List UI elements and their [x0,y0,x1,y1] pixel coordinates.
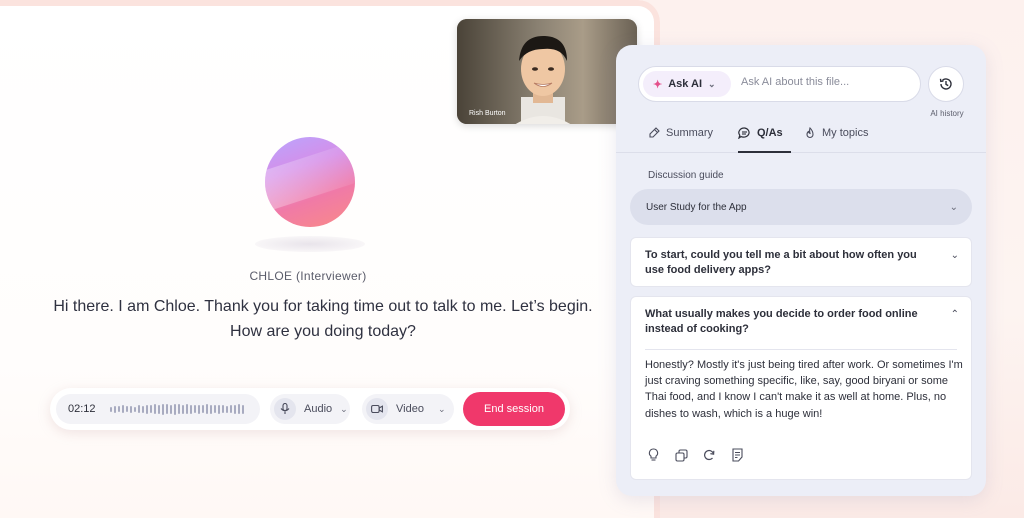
waveform-bar [233,404,236,414]
ask-ai-bar: ✦ Ask AI ⌄ [638,66,921,102]
waveform-bar [125,406,128,412]
waveform-bar [117,406,120,412]
audio-label: Audio [304,403,333,415]
audio-control[interactable]: Audio ⌄ [270,394,350,424]
waveform-bar [145,404,148,414]
video-control[interactable]: Video ⌄ [362,394,454,424]
tab-qas[interactable]: Q/As [738,127,791,153]
waveform-bar [153,404,156,414]
waveform-bar [137,405,140,413]
tab-summary-label: Summary [666,127,714,139]
waveform-bar [109,406,112,412]
waveform-bar [121,405,124,413]
recording-indicator: 02:12 [56,394,260,424]
tab-qas-label: Q/As [757,127,783,139]
camera-icon [366,398,388,420]
waveform-bar [225,405,228,413]
waveform-bar [169,404,172,414]
waveform-bar [161,403,164,415]
waveform-bar [129,405,132,413]
chevron-down-icon: ⌄ [437,403,446,414]
note-icon[interactable] [729,447,745,463]
waveform-bar [177,404,180,414]
waveform-bar [185,404,188,414]
waveform-bar [229,405,232,413]
sparkle-icon: ✦ [653,78,663,91]
chevron-up-icon[interactable]: ⌃ [951,309,959,320]
session-controls: 02:12 Audio ⌄ Video ⌄ End session [50,388,570,430]
waveform-bar [193,405,196,413]
qa-actions [645,447,745,463]
chat-icon [738,127,750,139]
waveform-bar [141,405,144,413]
regenerate-icon[interactable] [701,447,717,463]
interviewer-message: Hi there. I am Chloe. Thank you for taki… [30,294,616,344]
ask-ai-input[interactable] [741,76,911,88]
session-timer: 02:12 [68,403,96,415]
waveform-bar [205,404,208,414]
flame-icon [806,127,814,138]
message-line-1: Hi there. I am Chloe. Thank you for taki… [53,298,593,315]
waveform-bar [181,404,184,414]
tab-summary[interactable]: Summary [648,127,713,153]
waveform-bar [201,405,204,413]
panel-tabs: Summary Q/As My topics [616,123,986,153]
tab-my-topics[interactable]: My topics [804,127,868,153]
waveform-bar [209,404,212,414]
lightbulb-icon[interactable] [645,447,661,463]
copy-icon[interactable] [673,447,689,463]
tab-my-topics-label: My topics [822,127,869,139]
speaker-label: CHLOE (Interviewer) [249,269,367,283]
discussion-guide-label: Discussion guide [648,170,724,181]
waveform-bar [237,404,240,414]
ask-ai-mode-selector[interactable]: ✦ Ask AI ⌄ [643,71,731,97]
waveform-bar [133,406,136,412]
qa-item-expanded: What usually makes you decide to order f… [630,296,972,480]
app-canvas: Rish Burton CHLOE (Interviewer) Hi there… [0,0,1024,518]
history-icon [939,78,952,90]
qa-answer: Honestly? Mostly it's just being tired a… [645,359,963,420]
qa-item[interactable]: To start, could you tell me a bit about … [630,237,972,287]
participant-face-image [515,35,571,124]
qa-question: To start, could you tell me a bit about … [645,249,917,276]
waveform-bar [213,405,216,413]
end-session-button[interactable]: End session [463,392,565,426]
qa-question: What usually makes you decide to order f… [645,308,918,335]
waveform-bar [113,405,116,413]
ai-history-label: AI history [930,109,964,118]
participant-name: Rish Burton [469,110,506,117]
discussion-guide-value: User Study for the App [646,201,747,213]
ai-assistant-panel: ✦ Ask AI ⌄ AI history Summary Q/As My to… [616,45,986,496]
chevron-down-icon: ⌄ [949,201,958,213]
audio-waveform [109,403,244,415]
waveform-bar [189,404,192,414]
chevron-down-icon: ⌄ [340,403,348,414]
waveform-bar [149,405,152,413]
participant-video[interactable]: Rish Burton [457,19,637,124]
video-label: Video [396,403,424,415]
waveform-bar [197,404,200,414]
interviewer-avatar [265,137,355,227]
microphone-icon [274,398,296,420]
summary-icon [649,127,660,138]
waveform-bar [241,404,244,414]
chevron-down-icon: ⌄ [708,78,716,89]
ai-history-button[interactable] [928,66,964,102]
discussion-guide-select[interactable]: User Study for the App ⌄ [630,189,972,225]
avatar-shadow [255,236,365,252]
waveform-bar [157,404,160,414]
qa-divider [645,349,957,350]
chevron-down-icon[interactable]: ⌄ [951,250,959,261]
waveform-bar [173,403,176,415]
waveform-bar [165,404,168,414]
waveform-bar [221,405,224,413]
waveform-bar [217,404,220,414]
message-line-2: How are you doing today? [230,323,416,340]
ask-ai-label: Ask AI [668,78,703,90]
